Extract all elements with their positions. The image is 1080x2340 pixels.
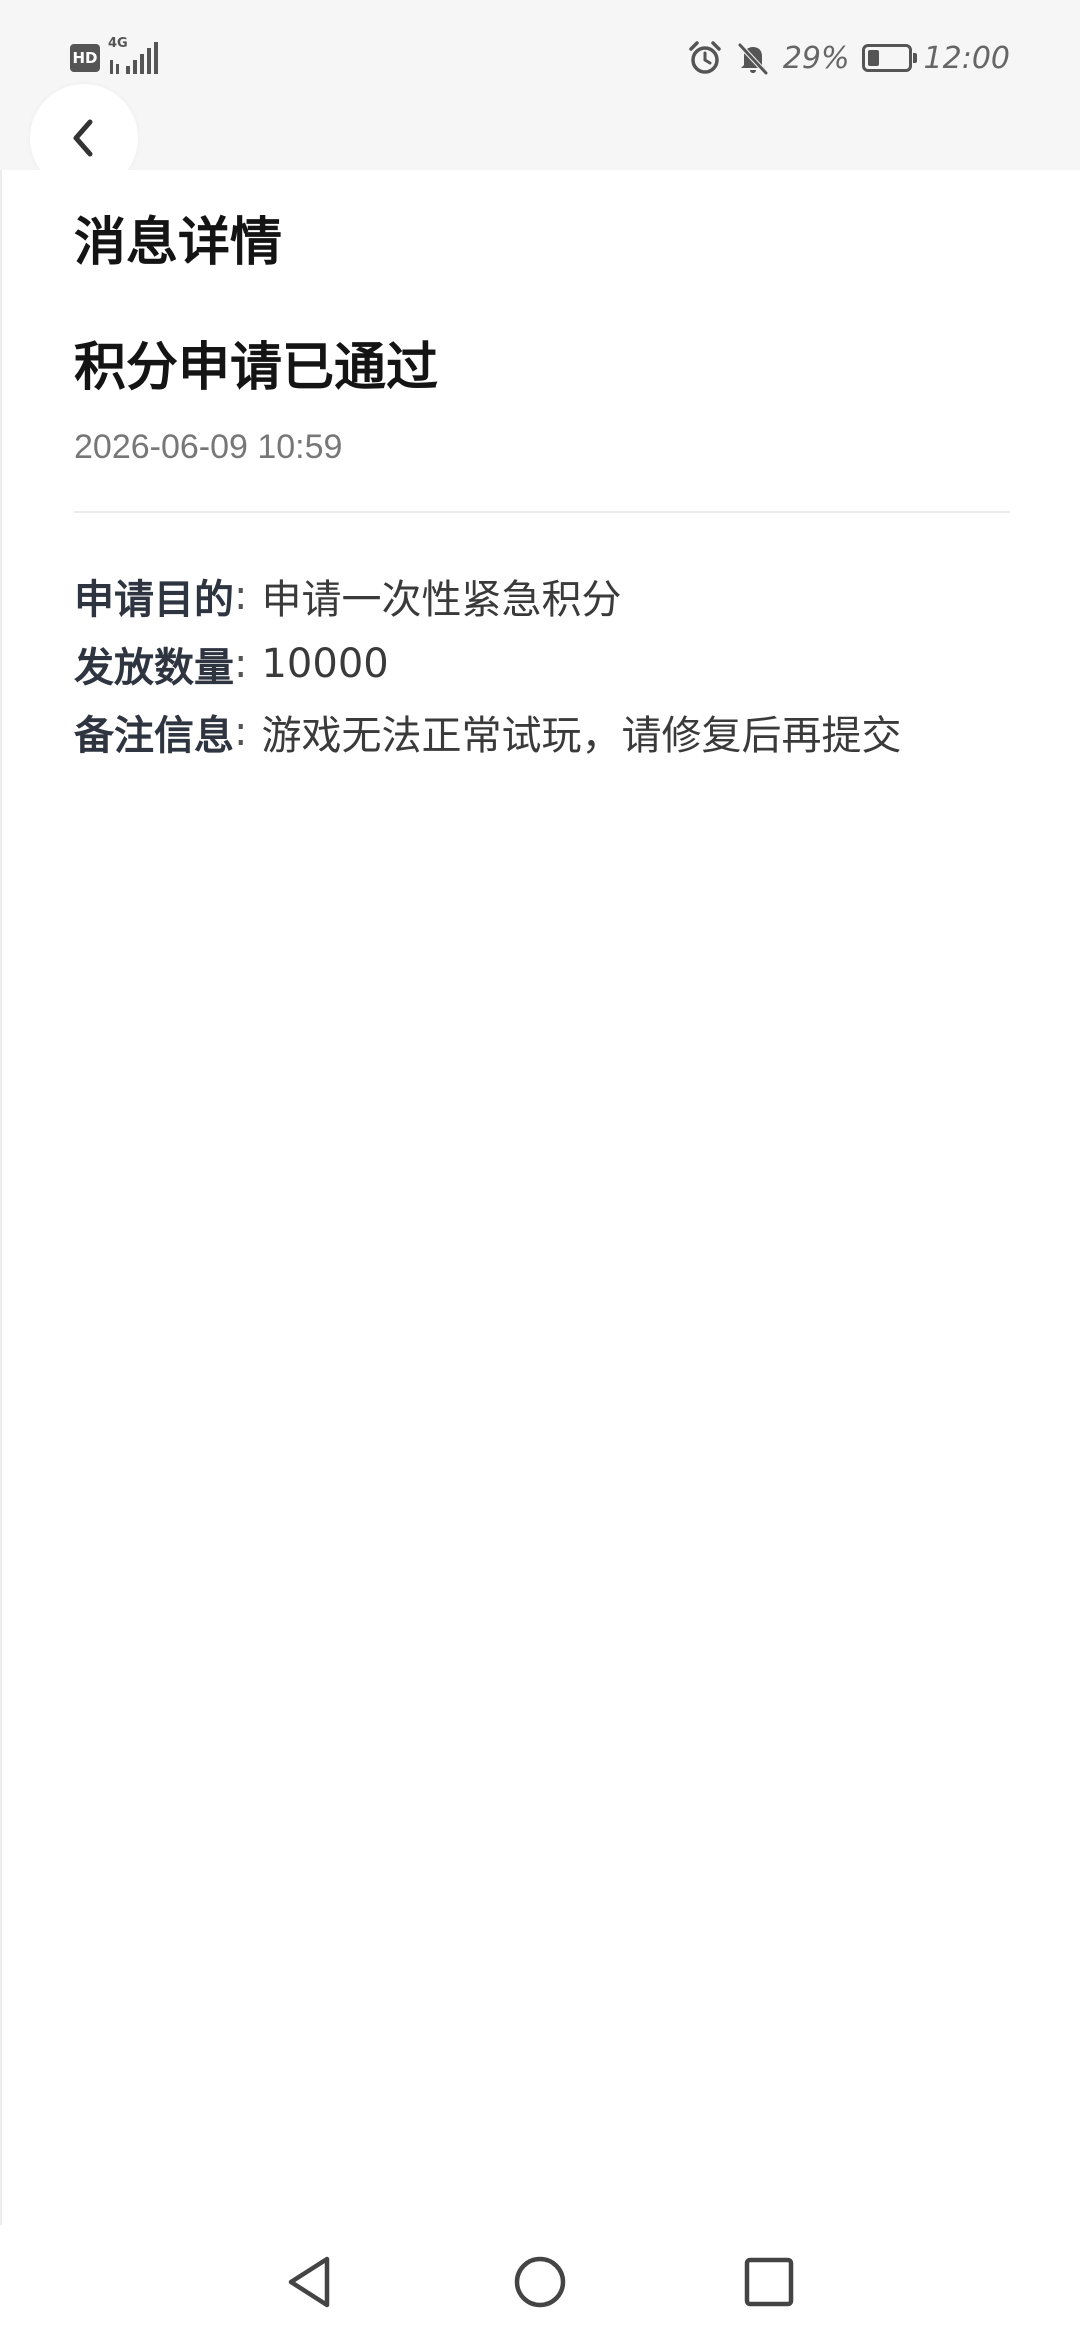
field-label: 发放数量 xyxy=(74,645,234,691)
message-title: 积分申请已通过 xyxy=(74,338,439,398)
message-timestamp: 2026-06-09 10:59 xyxy=(74,428,343,466)
nav-recents-button[interactable] xyxy=(734,2247,804,2317)
field-value: 申请一次性紧急积分 xyxy=(261,577,622,623)
recents-square-icon xyxy=(744,2257,794,2307)
status-bar: HD 4G 29% 12:00 xyxy=(0,0,1080,170)
battery-icon xyxy=(861,44,917,72)
message-fields: 申请目的 : 申请一次性紧急积分 发放数量 : 10000 备注信息 : 游戏无… xyxy=(74,562,1010,766)
page-title: 消息详情 xyxy=(74,213,283,273)
field-purpose: 申请目的 : 申请一次性紧急积分 xyxy=(74,562,1010,630)
status-left: HD 4G xyxy=(70,36,164,76)
clock-time: 12:00 xyxy=(923,40,1010,76)
battery-level xyxy=(867,50,879,66)
message-content: 消息详情 积分申请已通过 2026-06-09 10:59 申请目的 : 申请一… xyxy=(0,170,1080,2225)
field-amount: 发放数量 : 10000 xyxy=(74,630,1010,698)
hd-icon: HD xyxy=(70,44,100,72)
field-label: 申请目的 xyxy=(74,577,234,623)
home-circle-icon xyxy=(514,2256,566,2308)
chevron-left-icon xyxy=(73,119,93,157)
status-right: 29% 12:00 xyxy=(687,40,1010,76)
battery-percent: 29% xyxy=(782,40,850,76)
field-value: 10000 xyxy=(261,641,389,687)
divider xyxy=(74,511,1010,513)
field-colon: : xyxy=(234,709,248,755)
field-label: 备注信息 xyxy=(74,713,234,759)
mute-icon xyxy=(738,43,768,75)
field-remark: 备注信息 : 游戏无法正常试玩，请修复后再提交 xyxy=(74,698,1010,766)
navigation-bar xyxy=(0,2225,1080,2340)
signal-icon: 4G xyxy=(108,36,164,76)
network-label: 4G xyxy=(108,36,128,51)
message-detail-screen: HD 4G 29% 12:00 消息详情 积分申请已通过 2026-06-09 … xyxy=(0,0,1080,2340)
field-colon: : xyxy=(234,641,248,687)
nav-back-button[interactable] xyxy=(275,2247,345,2317)
alarm-icon xyxy=(689,41,721,74)
field-value: 游戏无法正常试玩，请修复后再提交 xyxy=(261,713,902,759)
nav-home-button[interactable] xyxy=(505,2247,575,2317)
field-colon: : xyxy=(234,573,248,619)
back-triangle-icon xyxy=(288,2256,330,2308)
